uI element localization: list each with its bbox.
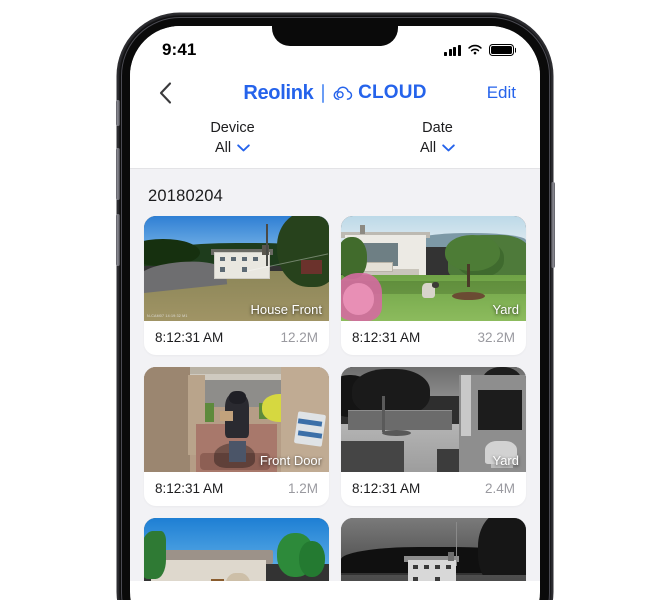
clip-thumbnail[interactable]: Front Door (144, 367, 329, 472)
date-section-heading: 20180204 (148, 187, 224, 205)
battery-full-icon (489, 43, 514, 57)
brand-divider (322, 83, 325, 103)
back-button[interactable] (150, 78, 180, 108)
wifi-icon (468, 44, 482, 55)
date-filter-value: All (419, 140, 437, 156)
clip-card[interactable]: Yard 8:12:31 AM 2.4M (341, 367, 526, 506)
cloud-icon (333, 85, 353, 100)
clip-card[interactable] (341, 518, 526, 581)
power-button[interactable] (550, 182, 555, 268)
status-bar-icons (444, 43, 514, 57)
clip-size: 2.4M (484, 481, 515, 496)
phone-device-frame: 9:41 Reolink CLOUD Edit Device All Date … (115, 14, 555, 600)
clip-meta: 8:12:31 AM 1.2M (144, 472, 329, 506)
clip-thumbnail[interactable]: N-CAM07 14:19:32 M1 House Front (144, 216, 329, 321)
brand-title: Reolink CLOUD (130, 82, 540, 105)
filter-bar: Device All Date All (130, 116, 540, 169)
chevron-down-icon (442, 144, 455, 152)
scene-house-night (341, 518, 526, 581)
volume-down-button[interactable] (115, 214, 120, 266)
clip-camera-label: Yard (492, 453, 520, 468)
clip-meta: 8:12:31 AM 2.4M (341, 472, 526, 506)
clip-time: 8:12:31 AM (155, 330, 224, 345)
phone-screen: 9:41 Reolink CLOUD Edit Device All Date … (130, 26, 540, 600)
clip-thumbnail[interactable] (144, 518, 329, 581)
clip-time: 8:12:31 AM (352, 330, 421, 345)
device-filter-label: Device (210, 120, 255, 136)
brand-reolink-label: Reolink (243, 81, 314, 104)
clip-size: 12.2M (280, 330, 318, 345)
volume-up-button[interactable] (115, 148, 120, 200)
clip-meta: 8:12:31 AM 32.2M (341, 321, 526, 355)
device-filter-value-row: All (215, 140, 250, 156)
clip-card[interactable] (144, 518, 329, 581)
device-filter-value: All (214, 140, 232, 156)
clip-camera-label: Front Door (259, 453, 322, 468)
clip-camera-label: House Front (250, 302, 322, 317)
cellular-signal-icon (444, 44, 461, 56)
clips-scroll-area[interactable]: 20180204 N-CAM07 14:19:32 M1 House Front… (130, 169, 540, 581)
status-bar-time: 9:41 (162, 40, 197, 59)
navigation-bar: Reolink CLOUD Edit (130, 70, 540, 116)
device-filter[interactable]: Device All (130, 120, 335, 156)
brand-cloud-group: CLOUD (333, 82, 427, 104)
clip-thumbnail[interactable]: Yard (341, 216, 526, 321)
clip-size: 32.2M (477, 330, 515, 345)
clip-time: 8:12:31 AM (352, 481, 421, 496)
device-notch (272, 26, 398, 46)
clip-card[interactable]: Front Door 8:12:31 AM 1.2M (144, 367, 329, 506)
clip-camera-label: Yard (492, 302, 520, 317)
brand-cloud-label: CLOUD (358, 82, 427, 103)
clip-card[interactable]: Yard 8:12:31 AM 32.2M (341, 216, 526, 355)
clip-meta: 8:12:31 AM 12.2M (144, 321, 329, 355)
clip-thumbnail[interactable]: Yard (341, 367, 526, 472)
silent-switch-button[interactable] (116, 100, 120, 126)
edit-button[interactable]: Edit (487, 83, 516, 103)
clip-size: 1.2M (287, 481, 318, 496)
scene-house-palm (144, 518, 329, 581)
chevron-left-icon (159, 82, 171, 104)
date-filter-value-row: All (420, 140, 455, 156)
clip-thumbnail[interactable] (341, 518, 526, 581)
clip-time: 8:12:31 AM (155, 481, 224, 496)
date-filter[interactable]: Date All (335, 120, 540, 156)
date-filter-label: Date (422, 120, 453, 136)
chevron-down-icon (237, 144, 250, 152)
clip-grid: N-CAM07 14:19:32 M1 House Front 8:12:31 … (144, 216, 526, 581)
clip-card[interactable]: N-CAM07 14:19:32 M1 House Front 8:12:31 … (144, 216, 329, 355)
screenshot-root: 9:41 Reolink CLOUD Edit Device All Date … (0, 0, 670, 600)
thumbnail-osd-text: N-CAM07 14:19:32 M1 (147, 314, 188, 318)
